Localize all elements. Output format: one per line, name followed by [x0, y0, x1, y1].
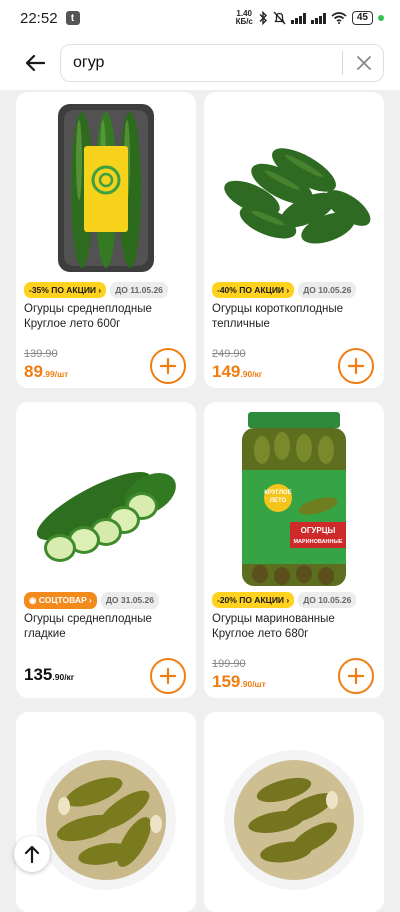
- product-name[interactable]: Огурцы среднеплодные гладкие: [24, 612, 188, 642]
- product-image-pickle-jar: КРУГЛОЕ ЛЕТО ОГУРЦЫ МАРИНОВАННЫЕ: [242, 412, 346, 586]
- product-card[interactable]: -35% ПО АКЦИИ › ДО 11.05.26 Огурцы средн…: [16, 92, 196, 388]
- scroll-to-top-button[interactable]: [14, 836, 50, 872]
- add-to-cart-button[interactable]: [338, 658, 374, 694]
- mute-bell-icon: [273, 11, 286, 25]
- price: 89.99/шт: [24, 362, 69, 381]
- jar-title-line1: ОГУРЦЫ: [301, 526, 336, 535]
- clock: 22:52: [20, 9, 58, 27]
- product-name[interactable]: Огурцы короткоплодные тепличные: [212, 302, 376, 332]
- signal-icon-2: [310, 12, 326, 24]
- old-price: 199.90: [212, 658, 246, 670]
- product-name[interactable]: Огурцы маринованные Круглое лето 680г: [212, 612, 376, 642]
- product-image-sliced-cucumber: [36, 472, 176, 562]
- network-speed-unit: КБ/с: [235, 17, 253, 26]
- jar-brand-line2: ЛЕТО: [270, 498, 287, 504]
- jar-title-line2: МАРИНОВАННЫЕ: [293, 539, 342, 545]
- product-grid: -35% ПО АКЦИИ › ДО 11.05.26 Огурцы средн…: [16, 92, 384, 912]
- discount-badge[interactable]: -35% ПО АКЦИИ ›: [24, 282, 107, 298]
- add-to-cart-button[interactable]: [338, 348, 374, 384]
- app-notification-icon: t: [65, 11, 80, 25]
- signal-icon: [290, 12, 306, 24]
- clear-search-button[interactable]: [353, 52, 375, 74]
- product-name[interactable]: Огурцы среднеплодные Круглое лето 600г: [24, 302, 188, 332]
- plus-icon: [160, 358, 176, 374]
- network-speed: 1.40 КБ/с: [236, 10, 253, 26]
- product-image-cucumbers-tray: [58, 104, 154, 272]
- bluetooth-icon: [259, 11, 267, 25]
- search-header: [0, 36, 400, 90]
- wifi-icon: [331, 12, 347, 24]
- discount-badge[interactable]: -40% ПО АКЦИИ ›: [212, 282, 295, 298]
- search-divider: [342, 51, 343, 75]
- add-to-cart-button[interactable]: [150, 658, 186, 694]
- price: 149.90/кг: [212, 362, 263, 381]
- discount-badge[interactable]: -20% ПО АКЦИИ ›: [212, 592, 295, 608]
- product-card[interactable]: КРУГЛОЕ ЛЕТО ОГУРЦЫ МАРИНОВАННЫЕ -20% ПО…: [204, 402, 384, 698]
- add-to-cart-button[interactable]: [150, 348, 186, 384]
- search-box: [60, 44, 384, 82]
- promo-date-badge: ДО 11.05.26: [110, 282, 168, 298]
- product-card[interactable]: ◉ СОЦТОВАР › ДО 31.05.26 Огурцы среднепл…: [16, 402, 196, 698]
- search-input[interactable]: [71, 53, 332, 73]
- jar-brand-line1: КРУГЛОЕ: [264, 490, 291, 496]
- badges: -20% ПО АКЦИИ › ДО 10.05.26: [212, 592, 357, 608]
- plus-icon: [160, 668, 176, 684]
- plus-icon: [348, 358, 364, 374]
- promo-date-badge: ДО 10.05.26: [298, 592, 357, 608]
- promo-date-badge: ДО 10.05.26: [298, 282, 357, 298]
- social-goods-badge[interactable]: ◉ СОЦТОВАР ›: [24, 592, 97, 609]
- status-bar: 22:52 t 1.40 КБ/с 45: [0, 0, 400, 36]
- back-button[interactable]: [22, 50, 48, 76]
- price: 159.90/шт: [212, 672, 266, 691]
- product-card[interactable]: [16, 712, 196, 912]
- product-image-short-cucumbers: [224, 148, 371, 244]
- promo-date-badge: ДО 31.05.26: [100, 592, 159, 609]
- arrow-up-icon: [24, 845, 40, 863]
- badges: -35% ПО АКЦИИ › ДО 11.05.26: [24, 282, 168, 298]
- product-card[interactable]: -40% ПО АКЦИИ › ДО 10.05.26 Огурцы корот…: [204, 92, 384, 388]
- arrow-left-icon: [25, 54, 45, 72]
- battery-icon: 45: [351, 11, 373, 25]
- plus-icon: [348, 668, 364, 684]
- badges: -40% ПО АКЦИИ › ДО 10.05.26: [212, 282, 357, 298]
- old-price: 249.90: [212, 348, 246, 360]
- product-card[interactable]: [204, 712, 384, 912]
- privacy-indicator-dot: [378, 15, 384, 21]
- product-image-pickles-bowl: [36, 750, 176, 890]
- old-price: 139.90: [24, 348, 58, 360]
- badges: ◉ СОЦТОВАР › ДО 31.05.26: [24, 592, 159, 609]
- close-icon: [357, 56, 371, 70]
- price: 135.90/кг: [24, 665, 75, 684]
- product-image-pickles-bowl-2: [224, 750, 364, 890]
